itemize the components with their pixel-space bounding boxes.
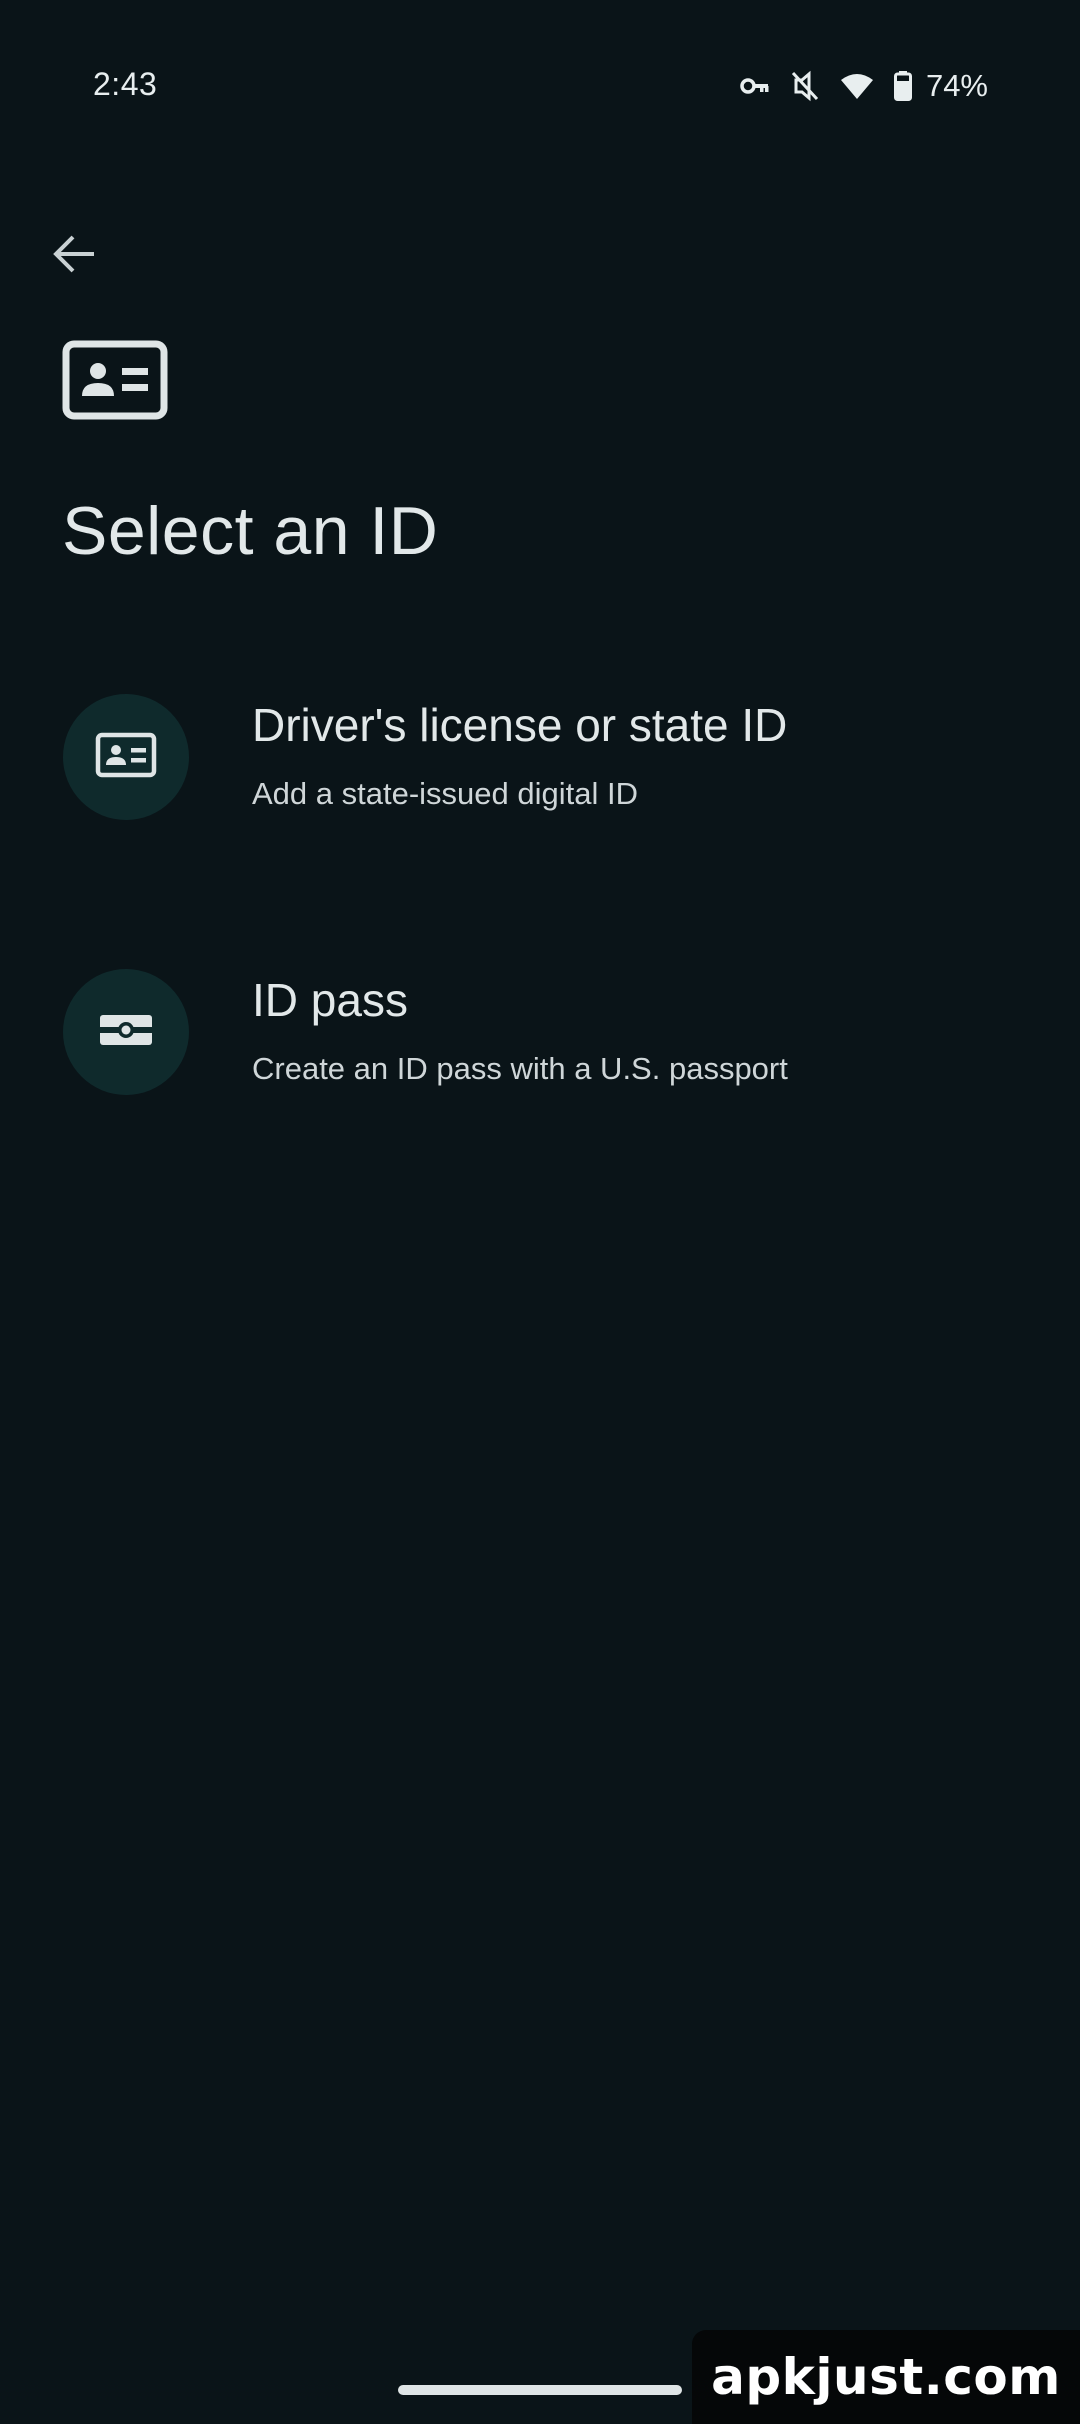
option-icon-container bbox=[63, 694, 189, 820]
option-id-pass[interactable]: ID pass Create an ID pass with a U.S. pa… bbox=[0, 929, 1080, 1129]
option-drivers-license[interactable]: Driver's license or state ID Add a state… bbox=[0, 654, 1080, 854]
watermark: apkjust.com bbox=[692, 2330, 1080, 2424]
option-icon-container bbox=[63, 969, 189, 1095]
back-arrow-icon bbox=[52, 234, 96, 279]
watermark-text: apkjust.com bbox=[711, 2348, 1061, 2406]
vpn-key-icon bbox=[740, 76, 770, 96]
battery-icon bbox=[893, 71, 912, 101]
option-title: Driver's license or state ID bbox=[252, 699, 788, 751]
option-subtitle: Create an ID pass with a U.S. passport bbox=[252, 1051, 788, 1086]
page-title: Select an ID bbox=[62, 493, 439, 569]
id-pass-icon bbox=[98, 1013, 154, 1052]
back-button[interactable] bbox=[40, 222, 108, 290]
option-subtitle: Add a state-issued digital ID bbox=[252, 776, 638, 811]
battery-percent: 74% bbox=[925, 68, 988, 103]
status-icons: 74% bbox=[740, 66, 988, 106]
status-bar: 2:43 74% bbox=[0, 0, 1080, 150]
vibrate-off-icon bbox=[790, 70, 820, 102]
gesture-nav-handle[interactable] bbox=[398, 2385, 682, 2395]
option-title: ID pass bbox=[252, 974, 408, 1026]
status-time: 2:43 bbox=[93, 66, 158, 102]
wifi-icon bbox=[840, 72, 874, 100]
id-card-icon bbox=[95, 732, 157, 783]
id-card-icon bbox=[62, 340, 168, 420]
